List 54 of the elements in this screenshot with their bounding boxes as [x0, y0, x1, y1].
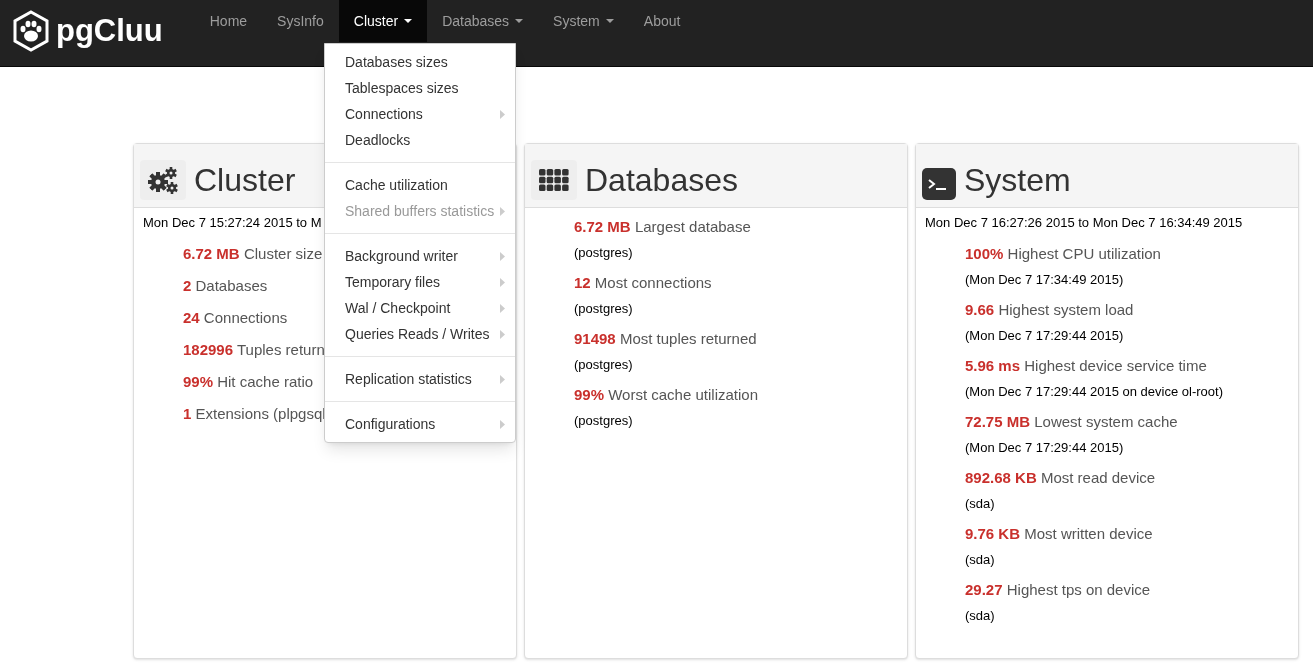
stat-line: 99% Worst cache utilization — [574, 385, 758, 405]
menu-item[interactable]: Replication statistics — [325, 366, 515, 392]
stat-line: 2 Databases — [183, 275, 268, 296]
stat-detail: (sda) — [965, 606, 995, 625]
stat-line: 99% Hit cache ratio — [183, 371, 314, 392]
menu-item[interactable]: Background writer — [325, 243, 515, 269]
brand-name[interactable]: pgCluu — [56, 7, 163, 55]
stat-detail: (postgres) — [574, 300, 633, 318]
stat-detail: (postgres) — [574, 356, 633, 374]
terminal-icon — [922, 167, 956, 200]
stat-detail: (Mon Dec 7 17:29:44 2015) — [965, 326, 1124, 345]
menu-item[interactable]: Databases sizes — [325, 49, 515, 75]
stat-detail: (postgres) — [574, 412, 633, 430]
panel-title: Databases — [585, 163, 738, 196]
menu-item[interactable]: Temporary files — [325, 269, 515, 295]
stat-line: 6.72 MB Cluster size — [183, 243, 323, 264]
nav-link[interactable]: About — [628, 0, 696, 42]
stat-line: 72.75 MB Lowest system cache — [965, 411, 1178, 432]
stat-detail: (Mon Dec 7 17:29:44 2015 on device ol-root) — [965, 382, 1223, 401]
menu-item[interactable]: Wal / Checkpoint — [325, 295, 515, 321]
stat-line: 100% Highest CPU utilization — [965, 243, 1161, 264]
stat-line: 182996 Tuples return — [183, 339, 325, 360]
stat-line: 892.68 KB Most read device — [965, 467, 1156, 488]
nav-link[interactable]: SysInfo — [262, 0, 339, 42]
stat-line: 91498 Most tuples returned — [574, 329, 757, 349]
menu-item[interactable]: Tablespaces sizes — [325, 75, 515, 101]
menu-item[interactable]: Deadlocks — [325, 127, 515, 153]
menu-item[interactable]: Configurations — [325, 411, 515, 437]
paw-logo-icon[interactable] — [12, 10, 50, 52]
stat-line: 6.72 MB Largest database — [574, 217, 751, 237]
menu-item[interactable]: Connections — [325, 101, 515, 127]
stat-detail: (Mon Dec 7 17:34:49 2015) — [965, 270, 1124, 289]
nav-link[interactable]: System — [538, 0, 629, 42]
period-text: Mon Dec 7 16:27:26 2015 to Mon Dec 7 16:34:49 2015 — [925, 214, 1243, 232]
stat-detail: (postgres) — [574, 244, 633, 262]
panel-title: Cluster — [194, 163, 296, 196]
menu-item[interactable]: Queries Reads / Writes — [325, 321, 515, 347]
stat-line: 9.76 KB Most written device — [965, 523, 1153, 544]
stat-line: 9.66 Highest system load — [965, 299, 1134, 320]
period-text: Mon Dec 7 15:27:24 2015 to M — [143, 214, 322, 232]
menu-item[interactable]: Cache utilization — [325, 172, 515, 198]
stat-detail: (Mon Dec 7 17:29:44 2015) — [965, 438, 1124, 457]
nav-link[interactable]: Databases — [427, 0, 539, 42]
grid-icon — [531, 159, 577, 200]
nav-link[interactable]: Home — [194, 0, 263, 42]
stat-line: 29.27 Highest tps on device — [965, 579, 1151, 600]
stat-line: 12 Most connections — [574, 273, 712, 293]
nav-link[interactable]: Cluster — [338, 0, 428, 42]
stat-line: 5.96 ms Highest device service time — [965, 355, 1207, 376]
stat-detail: (sda) — [965, 494, 995, 513]
stat-line: 24 Connections — [183, 307, 288, 328]
panel-title: System — [964, 163, 1071, 196]
stat-detail: (sda) — [965, 550, 995, 569]
gears-icon — [140, 159, 186, 200]
